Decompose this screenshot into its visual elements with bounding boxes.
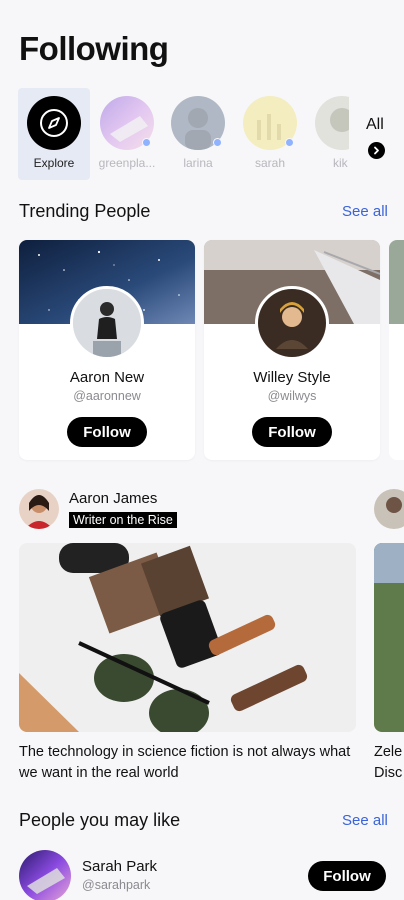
explore-avatar [27,96,81,150]
post-image[interactable] [19,543,356,732]
post-caption-peek[interactable]: Zele Disc [374,742,404,784]
person-handle: @aaronnew [73,389,141,403]
people-like-title: People you may like [19,810,181,830]
person-name: Willey Style [253,369,331,386]
story-label: greenpla... [98,156,156,170]
story-label: kik [333,156,348,170]
story-avatar [315,96,349,150]
avatar [70,286,144,360]
person-handle: @sarahpark [82,878,151,892]
story-label: larina [183,156,213,170]
post-image-peek[interactable] [374,543,404,732]
trending-see-all-link[interactable]: See all [342,203,388,220]
post-author-name[interactable]: Aaron James [69,490,157,507]
story-sarah[interactable]: sarah [235,88,305,180]
person-name: Aaron New [69,369,145,386]
compass-icon [40,109,68,137]
post-caption[interactable]: The technology in science fiction is not… [19,742,359,784]
trending-card[interactable]: Aaron New @aaronnew Follow [19,240,195,460]
status-badge: Writer on the Rise [69,512,177,528]
story-larina[interactable]: larina [163,88,233,180]
stories-row: Explore greenpla... larina sarah kik All [0,88,404,182]
chevron-right-icon[interactable] [368,142,385,159]
person-handle: @wilwys [267,389,317,403]
post-author-avatar[interactable] [19,489,59,529]
story-label: sarah [254,156,286,170]
story-kik[interactable]: kik [307,88,349,180]
story-label: Explore [33,156,75,170]
page-title: Following [19,30,169,67]
follow-button[interactable]: Follow [67,417,147,447]
trending-title: Trending People [19,201,151,221]
trending-card-peek[interactable] [389,240,404,460]
person-name: Sarah Park [82,858,158,875]
avatar[interactable] [19,850,71,900]
trending-card[interactable]: Willey Style @wilwys Follow [204,240,380,460]
post-author-avatar-peek[interactable] [374,489,404,529]
story-explore[interactable]: Explore [18,88,90,180]
follow-button[interactable]: Follow [308,861,386,891]
people-like-see-all-link[interactable]: See all [342,812,388,829]
story-greenplanet[interactable]: greenpla... [92,88,162,180]
avatar [255,286,329,360]
follow-button[interactable]: Follow [252,417,332,447]
all-stories-label[interactable]: All [366,116,384,134]
